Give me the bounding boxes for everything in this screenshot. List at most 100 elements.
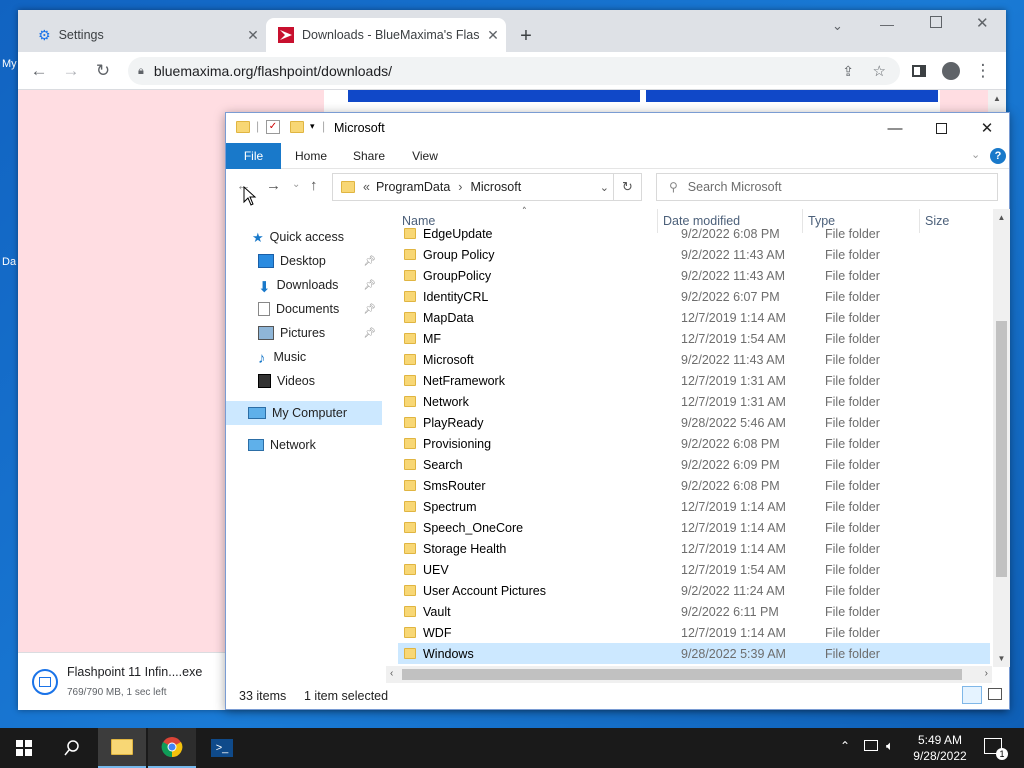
- breadcrumb-item-programdata[interactable]: ProgramData: [376, 180, 450, 194]
- nav-quick-access[interactable]: ★ Quick access: [226, 225, 382, 249]
- address-dropdown-icon[interactable]: ⌄: [600, 181, 609, 194]
- nav-videos[interactable]: Videos: [226, 369, 382, 393]
- file-row[interactable]: UEV 12/7/2019 1:54 AM File folder: [398, 559, 990, 580]
- side-panel-icon[interactable]: [906, 58, 932, 84]
- download-button-bar[interactable]: [348, 90, 640, 102]
- chevron-down-icon[interactable]: ⌄: [832, 18, 843, 34]
- download-button-bar[interactable]: [646, 90, 938, 102]
- file-row[interactable]: Network 12/7/2019 1:31 AM File folder: [398, 391, 990, 412]
- volume-icon[interactable]: 🔈︎: [886, 738, 894, 754]
- quick-access-toolbar-dropdown-icon[interactable]: ▾: [310, 121, 315, 132]
- horizontal-scrollbar[interactable]: ‹ ›: [386, 666, 992, 683]
- taskbar-chrome-icon[interactable]: [148, 728, 196, 768]
- help-icon[interactable]: ?: [990, 148, 1006, 164]
- close-window-icon[interactable]: ✕: [976, 14, 989, 32]
- nav-pictures[interactable]: Pictures 📌︎: [226, 321, 382, 345]
- nav-my-computer[interactable]: My Computer: [226, 401, 382, 425]
- pin-icon[interactable]: 📌︎: [363, 280, 376, 291]
- scroll-up-icon[interactable]: ▲: [993, 213, 1010, 222]
- back-arrow-icon[interactable]: ←: [26, 58, 52, 84]
- file-row[interactable]: IdentityCRL 9/2/2022 6:07 PM File folder: [398, 286, 990, 307]
- new-folder-icon[interactable]: [290, 121, 304, 133]
- file-row[interactable]: Microsoft 9/2/2022 11:43 AM File folder: [398, 349, 990, 370]
- scroll-left-icon[interactable]: ‹: [390, 668, 393, 679]
- file-row[interactable]: Speech_OneCore 12/7/2019 1:14 AM File fold…: [398, 517, 990, 538]
- address-bar[interactable]: 🔒︎ bluemaxima.org/flashpoint/downloads/ …: [128, 57, 900, 85]
- file-row[interactable]: WDF 12/7/2019 1:14 AM File folder: [398, 622, 990, 643]
- file-row[interactable]: Storage Health 12/7/2019 1:14 AM File fold…: [398, 538, 990, 559]
- nav-downloads[interactable]: ⬇ Downloads 📌︎: [226, 273, 382, 297]
- vertical-scrollbar[interactable]: ▲ ▼: [993, 209, 1010, 667]
- file-row[interactable]: Provisioning 9/2/2022 6:08 PM File folder: [398, 433, 990, 454]
- ribbon-tab-file[interactable]: File: [226, 143, 281, 169]
- scrollbar-thumb[interactable]: [996, 321, 1007, 577]
- pin-icon[interactable]: 📌︎: [363, 328, 376, 339]
- bookmark-star-icon[interactable]: ☆: [873, 62, 886, 80]
- ribbon-tab-home[interactable]: Home: [286, 143, 336, 169]
- large-icons-view-icon[interactable]: [988, 688, 1002, 700]
- maximize-icon[interactable]: [930, 16, 942, 28]
- clock-date[interactable]: 9/28/2022: [906, 749, 974, 763]
- properties-icon[interactable]: ✓: [266, 120, 280, 134]
- breadcrumb-overflow[interactable]: «: [363, 180, 370, 194]
- file-row[interactable]: GroupPolicy 9/2/2022 11:43 AM File folder: [398, 265, 990, 286]
- download-progress-icon[interactable]: [32, 669, 58, 695]
- nav-desktop[interactable]: Desktop 📌︎: [226, 249, 382, 273]
- close-icon[interactable]: ✕: [480, 27, 506, 44]
- file-row[interactable]: Group Policy 9/2/2022 11:43 AM File folder: [398, 244, 990, 265]
- ribbon-tab-share[interactable]: Share: [344, 143, 394, 169]
- file-row[interactable]: Windows 9/28/2022 5:39 AM File folder: [398, 643, 990, 664]
- file-row[interactable]: Spectrum 12/7/2019 1:14 AM File folder: [398, 496, 990, 517]
- minimize-icon[interactable]: —: [872, 113, 918, 143]
- nav-documents[interactable]: Documents 📌︎: [226, 297, 382, 321]
- scroll-right-icon[interactable]: ›: [985, 668, 988, 679]
- show-hidden-icons-icon[interactable]: ⌃: [840, 739, 850, 753]
- taskbar-powershell-icon[interactable]: >_: [198, 728, 246, 768]
- tab-settings[interactable]: ⚙ Settings ✕: [26, 18, 266, 52]
- desktop-label[interactable]: Da: [2, 256, 16, 268]
- reload-icon[interactable]: ↻: [90, 58, 116, 84]
- file-row[interactable]: Search 9/2/2022 6:09 PM File folder: [398, 454, 990, 475]
- clock-time[interactable]: 5:49 AM: [912, 733, 968, 747]
- scroll-down-icon[interactable]: ▼: [993, 654, 1010, 663]
- download-filename[interactable]: Flashpoint 11 Infin....exe: [67, 665, 202, 679]
- taskbar-file-explorer-icon[interactable]: [98, 728, 146, 768]
- expand-ribbon-icon[interactable]: ⌄: [971, 148, 980, 161]
- menu-kebab-icon[interactable]: ⋮: [970, 58, 996, 84]
- file-row[interactable]: PlayReady 9/28/2022 5:46 AM File folder: [398, 412, 990, 433]
- file-row[interactable]: EdgeUpdate 9/2/2022 6:08 PM File folder: [398, 223, 990, 244]
- nav-music[interactable]: ♪ Music: [226, 345, 382, 369]
- share-icon[interactable]: ⇪: [842, 63, 854, 80]
- file-row[interactable]: MapData 12/7/2019 1:14 AM File folder: [398, 307, 990, 328]
- close-icon[interactable]: ✕: [240, 27, 266, 44]
- scrollbar-thumb[interactable]: [402, 669, 962, 680]
- refresh-icon[interactable]: ↻: [613, 174, 641, 200]
- profile-avatar-icon[interactable]: [938, 58, 964, 84]
- ribbon-tab-view[interactable]: View: [400, 143, 450, 169]
- file-row[interactable]: NetFramework 12/7/2019 1:31 AM File folder: [398, 370, 990, 391]
- maximize-icon[interactable]: [918, 113, 964, 143]
- recent-locations-icon[interactable]: ⌄: [292, 179, 300, 190]
- tab-downloads[interactable]: Downloads - BlueMaxima's Flash ✕: [266, 18, 506, 52]
- desktop-label[interactable]: My: [2, 58, 17, 70]
- file-row[interactable]: User Account Pictures 9/2/2022 11:24 AM Fi…: [398, 580, 990, 601]
- close-icon[interactable]: ✕: [964, 113, 1010, 143]
- pin-icon[interactable]: 📌︎: [363, 256, 376, 267]
- file-row[interactable]: Vault 9/2/2022 6:11 PM File folder: [398, 601, 990, 622]
- search-icon[interactable]: [48, 728, 96, 768]
- breadcrumb-separator-icon[interactable]: ›: [458, 180, 462, 194]
- forward-arrow-icon[interactable]: →: [58, 58, 84, 84]
- windows-start-icon[interactable]: [0, 728, 48, 768]
- file-row[interactable]: SmsRouter 9/2/2022 6:08 PM File folder: [398, 475, 990, 496]
- address-breadcrumb[interactable]: « ProgramData › Microsoft ⌄ ↻: [332, 173, 642, 201]
- forward-arrow-icon[interactable]: →: [266, 177, 281, 194]
- new-tab-button[interactable]: +: [514, 24, 538, 48]
- up-arrow-icon[interactable]: ↑: [310, 177, 318, 194]
- details-view-icon[interactable]: [962, 686, 982, 704]
- minimize-icon[interactable]: —: [880, 16, 894, 32]
- search-input[interactable]: ⚲ Search Microsoft: [656, 173, 998, 201]
- nav-network[interactable]: Network: [226, 433, 382, 457]
- pin-icon[interactable]: 📌︎: [363, 304, 376, 315]
- network-icon[interactable]: [864, 740, 878, 751]
- file-row[interactable]: MF 12/7/2019 1:54 AM File folder: [398, 328, 990, 349]
